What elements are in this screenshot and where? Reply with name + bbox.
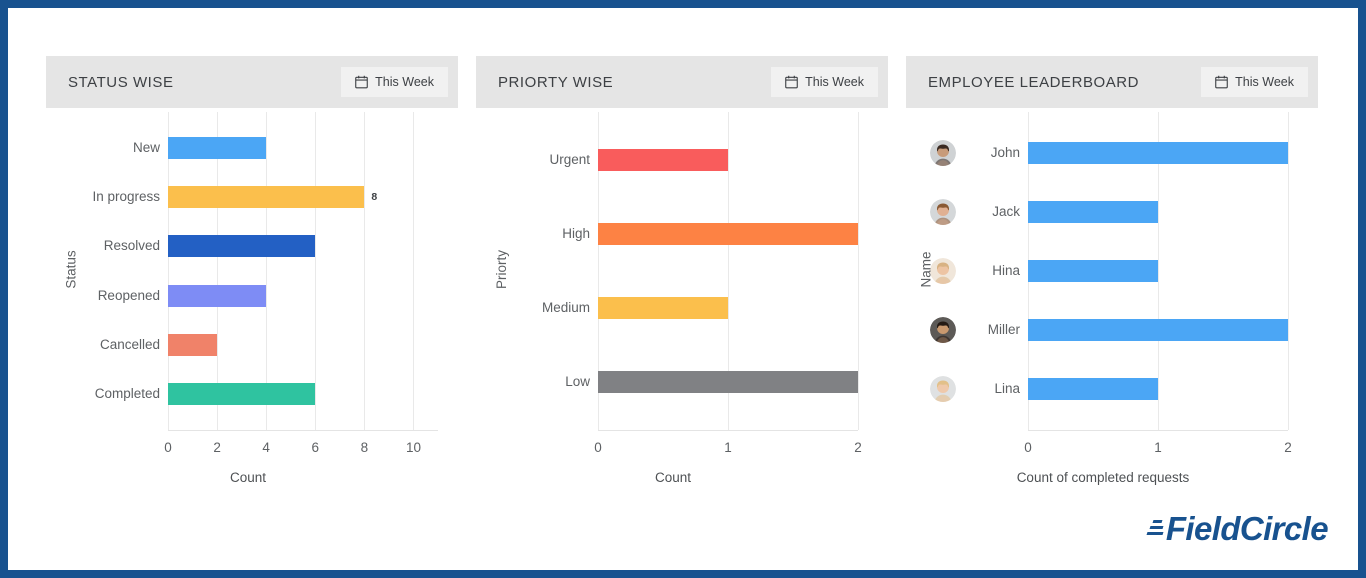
x-tick-label: 1 (724, 440, 732, 455)
calendar-icon (355, 75, 368, 89)
category-label: Cancelled (99, 337, 160, 352)
bar-completed[interactable] (168, 383, 316, 406)
this-week-label: This Week (805, 75, 864, 89)
x-tick-label: 2 (854, 440, 862, 455)
x-tick-label: 1 (1154, 440, 1162, 455)
this-week-button-status-wise[interactable]: This Week (341, 67, 448, 97)
avatar-miller (930, 317, 956, 344)
x-tick-label: 8 (360, 440, 369, 455)
app-frame: STATUS WISE This Week New In progress 8 Res… (0, 0, 1366, 578)
avatar-hina (930, 258, 956, 284)
x-axis-line (598, 430, 858, 431)
plot-area-employee-leaderboard: John Jack Hina Miller Lina 0 1 2 Count of comple… (906, 108, 1318, 496)
x-tick-label: 10 (405, 440, 421, 455)
y-axis-title: Name (918, 251, 934, 288)
bar-in-progress[interactable] (168, 186, 365, 208)
gridline (858, 112, 859, 430)
x-tick-label: 2 (213, 440, 221, 455)
bar-jack[interactable] (1028, 200, 1158, 223)
fieldcircle-logo: FieldCircle (1146, 510, 1329, 548)
panel-header-priority-wise: PRIORTY WISE This Week (476, 56, 888, 108)
panel-title-status-wise: STATUS WISE (68, 73, 174, 91)
x-axis-line (168, 430, 438, 431)
bar-lina[interactable] (1028, 378, 1158, 401)
panel-employee-leaderboard: EMPLOYEE LEADERBOARD This Week John Jack H… (906, 56, 1318, 496)
category-label: Resolved (103, 238, 160, 254)
x-tick-label: 2 (1284, 440, 1292, 455)
panel-header-status-wise: STATUS WISE This Week (46, 56, 458, 108)
bar-medium[interactable] (598, 297, 728, 319)
bar-miller[interactable] (1028, 319, 1288, 342)
dashboard-panels: STATUS WISE This Week New In progress 8 Res… (46, 56, 1320, 496)
bar-low[interactable] (598, 371, 858, 393)
panel-header-employee-leaderboard: EMPLOYEE LEADERBOARD This Week (906, 56, 1318, 108)
x-tick-label: 6 (311, 440, 320, 455)
avatar-lina (930, 376, 956, 403)
category-label: Jack (992, 203, 1020, 219)
logo-wordmark: FieldCircle (1165, 510, 1329, 547)
plot-area-status-wise: New In progress 8 Resolved Reopened Cancelled… (46, 108, 458, 496)
calendar-icon (1215, 75, 1228, 89)
x-axis-title: Count (654, 470, 692, 485)
gridline (413, 112, 415, 430)
gridline (266, 112, 268, 430)
bar-urgent[interactable] (598, 149, 728, 171)
x-tick-label: 0 (594, 440, 602, 455)
category-label: Miller (987, 322, 1020, 338)
x-tick-label: 4 (262, 440, 270, 455)
category-label: High (562, 226, 590, 241)
bar-resolved[interactable] (168, 235, 316, 258)
panel-priority-wise: PRIORTY WISE This Week Urgent High Medium L… (476, 56, 888, 496)
gridline (1288, 112, 1289, 430)
bar-value-label: 8 (371, 191, 378, 203)
calendar-icon (785, 75, 798, 89)
y-axis-title: Status (63, 250, 79, 289)
x-axis-title: Count (229, 470, 267, 485)
bar-hina[interactable] (1028, 260, 1158, 282)
this-week-button-priority-wise[interactable]: This Week (771, 67, 878, 97)
plot-area-priority-wise: Urgent High Medium Low 0 1 2 Count Priorty (476, 108, 888, 496)
category-label: In progress (92, 189, 160, 204)
x-tick-label: 0 (164, 440, 172, 455)
x-axis-title: Count of completed requests (1016, 470, 1190, 485)
chart-status-wise: New In progress 8 Resolved Reopened Cancelled… (46, 108, 458, 496)
category-label: Hina (992, 263, 1020, 278)
speed-lines-icon (1146, 519, 1164, 539)
avatar-john (930, 139, 956, 166)
gridline (364, 112, 366, 430)
bar-cancelled[interactable] (168, 334, 218, 356)
x-axis-line (1028, 430, 1288, 431)
category-label: Reopened (97, 287, 160, 303)
this-week-label: This Week (375, 75, 434, 89)
category-label: Completed (94, 386, 160, 402)
bar-reopened[interactable] (168, 284, 267, 307)
x-tick-label: 0 (1024, 440, 1032, 455)
panel-status-wise: STATUS WISE This Week New In progress 8 Res… (46, 56, 458, 496)
bar-john[interactable] (1028, 141, 1288, 164)
category-label: Medium (541, 300, 590, 315)
chart-employee-leaderboard: John Jack Hina Miller Lina 0 1 2 Count of comple… (906, 108, 1318, 496)
panel-title-priority-wise: PRIORTY WISE (498, 73, 614, 91)
category-label: John (990, 144, 1020, 160)
bar-high[interactable] (598, 223, 858, 245)
panel-title-employee-leaderboard: EMPLOYEE LEADERBOARD (928, 73, 1140, 91)
gridline (315, 112, 317, 430)
y-axis-title: Priorty (494, 249, 510, 290)
avatar-jack (930, 198, 956, 225)
gridline (168, 112, 169, 430)
chart-priority-wise: Urgent High Medium Low 0 1 2 Count Priorty (476, 108, 888, 496)
this-week-label: This Week (1235, 75, 1294, 89)
category-label: Urgent (549, 152, 590, 167)
category-label: New (132, 139, 160, 155)
category-label: Low (565, 374, 590, 389)
bar-new[interactable] (168, 136, 267, 159)
gridline (217, 112, 219, 430)
this-week-button-employee-leaderboard[interactable]: This Week (1201, 67, 1308, 97)
category-label: Lina (994, 381, 1020, 397)
